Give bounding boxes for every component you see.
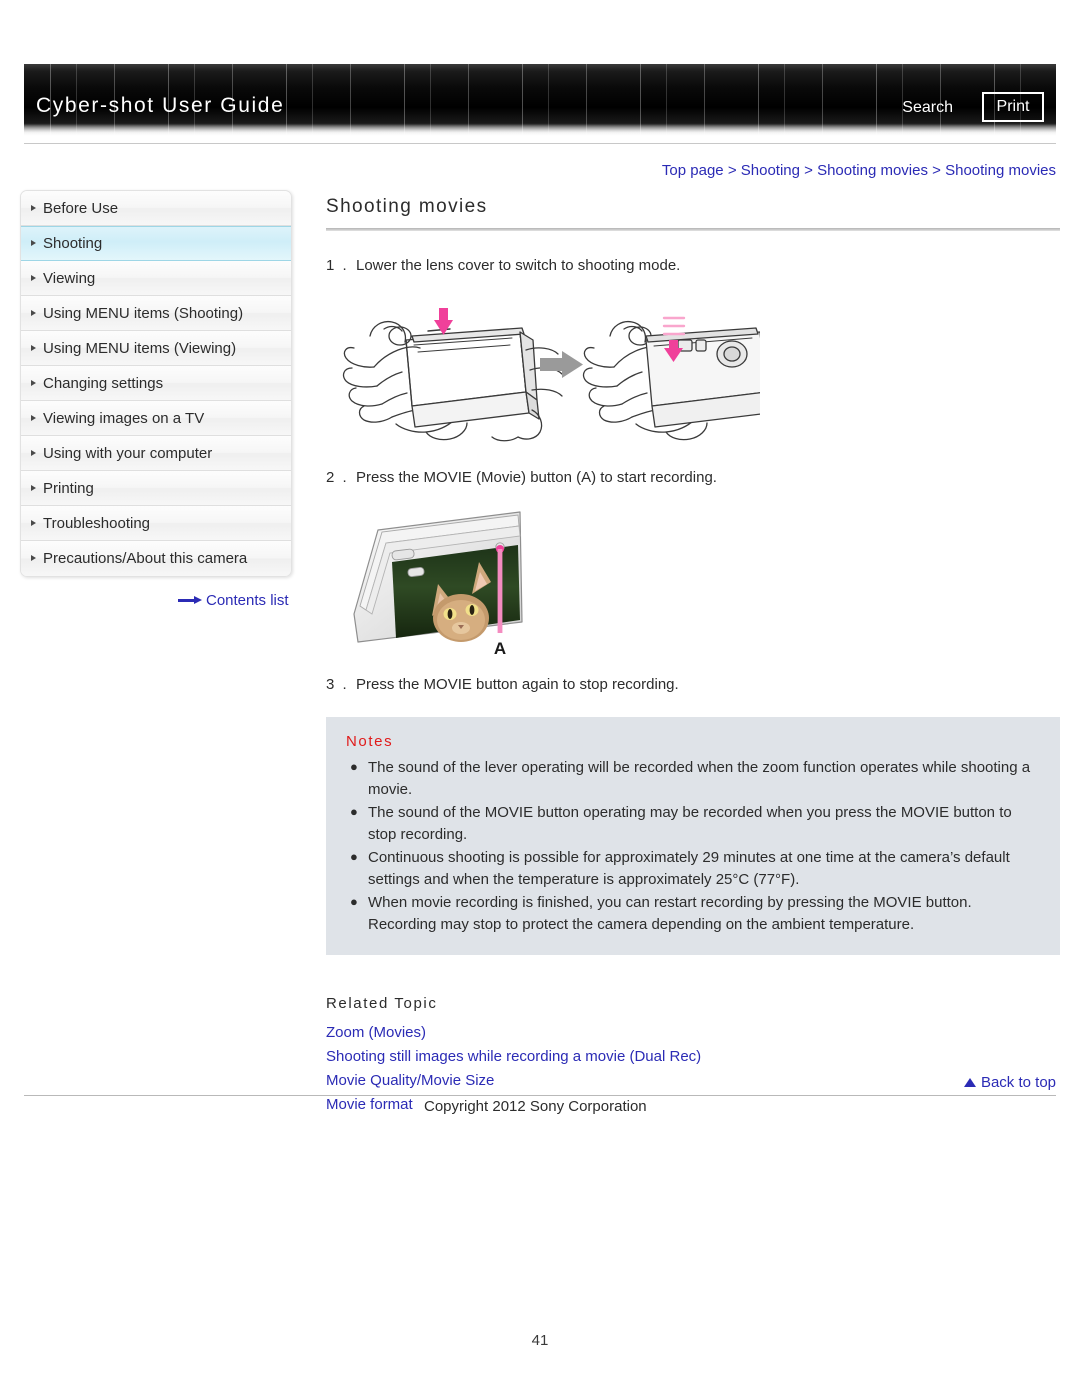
bullet-icon: ●: [350, 759, 358, 774]
bullet-icon: ●: [350, 894, 358, 910]
sidebar-item-using-menu-items-viewing[interactable]: Using MENU items (Viewing): [21, 331, 291, 366]
guide-title: Cyber-shot User Guide: [36, 94, 285, 117]
page-number: 41: [531, 1332, 549, 1349]
figure-label-a: A: [494, 639, 506, 658]
sidebar-item-using-menu-items-shooting[interactable]: Using MENU items (Shooting): [21, 296, 291, 331]
sidebar-navigation: Before Use Shooting Viewing Using MENU i…: [20, 190, 292, 577]
related-topic-heading: Related Topic: [326, 995, 438, 1013]
sidebar-item-label: Printing: [43, 479, 94, 497]
sidebar-item-label: Viewing images on a TV: [43, 409, 205, 427]
breadcrumb-item-shooting[interactable]: Shooting: [741, 162, 800, 179]
breadcrumb-item-shooting-movies[interactable]: Shooting movies: [817, 162, 928, 179]
back-to-top-link[interactable]: Back to top: [963, 1074, 1056, 1091]
chevron-right-icon: [31, 309, 36, 316]
note-text: The sound of the lever operating will be…: [368, 759, 1031, 799]
sidebar-item-shooting[interactable]: Shooting: [21, 226, 291, 261]
pink-arrow-down-left: [434, 308, 453, 335]
sidebar-item-label: Troubleshooting: [43, 514, 151, 532]
sidebar-item-changing-settings[interactable]: Changing settings: [21, 366, 291, 401]
notes-heading: Notes: [346, 733, 394, 750]
notes-box: Notes ● The sound of the lever operating…: [326, 717, 1060, 956]
sidebar-item-before-use[interactable]: Before Use: [21, 191, 291, 226]
search-link[interactable]: Search: [902, 99, 953, 117]
back-to-top-label: Back to top: [980, 1074, 1056, 1091]
breadcrumb-separator: >: [932, 162, 941, 179]
chevron-right-icon: [31, 484, 36, 491]
sidebar-item-label: Using MENU items (Shooting): [43, 304, 244, 322]
chevron-right-icon: [31, 449, 36, 456]
breadcrumb-separator: >: [727, 162, 737, 179]
note-item: ● The sound of the lever operating will …: [346, 757, 1038, 801]
sidebar-item-troubleshooting[interactable]: Troubleshooting: [21, 506, 291, 541]
note-text: The sound of the MOVIE button operating …: [368, 804, 1012, 844]
sidebar-item-precautions-about-this-camera[interactable]: Precautions/About this camera: [21, 541, 291, 576]
related-link-zoom-movies[interactable]: Zoom (Movies): [326, 1021, 1060, 1045]
step-text: Lower the lens cover to switch to shooti…: [356, 257, 681, 274]
sidebar-item-label: Before Use: [43, 199, 119, 217]
breadcrumb: Top page > Shooting > Shooting movies > …: [662, 162, 1056, 179]
contents-list-link[interactable]: Contents list: [178, 592, 289, 609]
step-3: 3 . Press the MOVIE button again to stop…: [326, 676, 1060, 693]
bullet-icon: ●: [350, 849, 358, 865]
bullet-icon: ●: [350, 804, 358, 820]
arrow-right-icon: [178, 596, 202, 605]
breadcrumb-separator: >: [804, 162, 813, 179]
step-text: Press the MOVIE button again to stop rec…: [356, 676, 679, 693]
header-gradient-fade: [24, 124, 1056, 136]
chevron-right-icon: [31, 274, 36, 281]
sidebar-item-printing[interactable]: Printing: [21, 471, 291, 506]
note-item: ● Continuous shooting is possible for ap…: [346, 847, 1038, 891]
note-text: When movie recording is finished, you ca…: [368, 894, 972, 934]
step-number: 2 .: [326, 469, 349, 486]
step-text: Press the MOVIE (Movie) button (A) to st…: [356, 469, 717, 486]
chevron-right-icon: [31, 414, 36, 421]
page-title: Shooting movies: [326, 196, 488, 217]
breadcrumb-item-top-page[interactable]: Top page: [662, 162, 724, 179]
step-2: 2 . Press the MOVIE (Movie) button (A) t…: [326, 469, 1060, 486]
footer-divider: [24, 1095, 1056, 1096]
step-number: 3 .: [326, 676, 349, 693]
sidebar-item-viewing-images-on-a-tv[interactable]: Viewing images on a TV: [21, 401, 291, 436]
sidebar-item-viewing[interactable]: Viewing: [21, 261, 291, 296]
chevron-right-icon: [31, 555, 36, 561]
triangle-up-icon: [963, 1078, 976, 1087]
chevron-right-icon: [31, 204, 36, 211]
related-link-movie-quality-size[interactable]: Movie Quality/Movie Size: [326, 1069, 1060, 1093]
note-text: Continuous shooting is possible for appr…: [368, 849, 1010, 889]
sidebar-item-label: Viewing: [43, 269, 96, 287]
sidebar-item-label: Shooting: [43, 235, 103, 252]
step-number: 1 .: [326, 257, 349, 274]
step-1: 1 . Lower the lens cover to switch to sh…: [326, 257, 1060, 274]
chevron-right-icon: [31, 379, 36, 386]
breadcrumb-item-current: Shooting movies: [945, 162, 1056, 179]
chevron-right-icon: [31, 519, 36, 526]
sidebar-item-label: Using MENU items (Viewing): [43, 339, 237, 357]
sidebar-item-label: Using with your computer: [43, 444, 213, 462]
print-button[interactable]: Print: [982, 92, 1044, 122]
sidebar-item-label: Precautions/About this camera: [43, 550, 248, 567]
figure-movie-button-illustration: A: [353, 511, 523, 658]
header-divider: [24, 143, 1056, 144]
sidebar-item-label: Changing settings: [43, 374, 164, 392]
note-item: ● The sound of the MOVIE button operatin…: [346, 802, 1038, 846]
figure-lens-cover-illustration: [342, 308, 770, 442]
related-link-dual-rec[interactable]: Shooting still images while recording a …: [326, 1045, 1060, 1069]
sidebar-item-using-with-your-computer[interactable]: Using with your computer: [21, 436, 291, 471]
chevron-right-icon: [31, 240, 36, 246]
copyright-text: Copyright 2012 Sony Corporation: [424, 1098, 647, 1115]
chevron-right-icon: [31, 344, 36, 351]
title-divider: [326, 228, 1060, 231]
header-banner: Cyber-shot User Guide Search Print: [24, 64, 1056, 136]
main-content: Shooting movies 1 . Lower the lens cover…: [326, 196, 1060, 1117]
note-item: ● When movie recording is finished, you …: [346, 892, 1038, 936]
contents-list-label: Contents list: [206, 592, 289, 609]
